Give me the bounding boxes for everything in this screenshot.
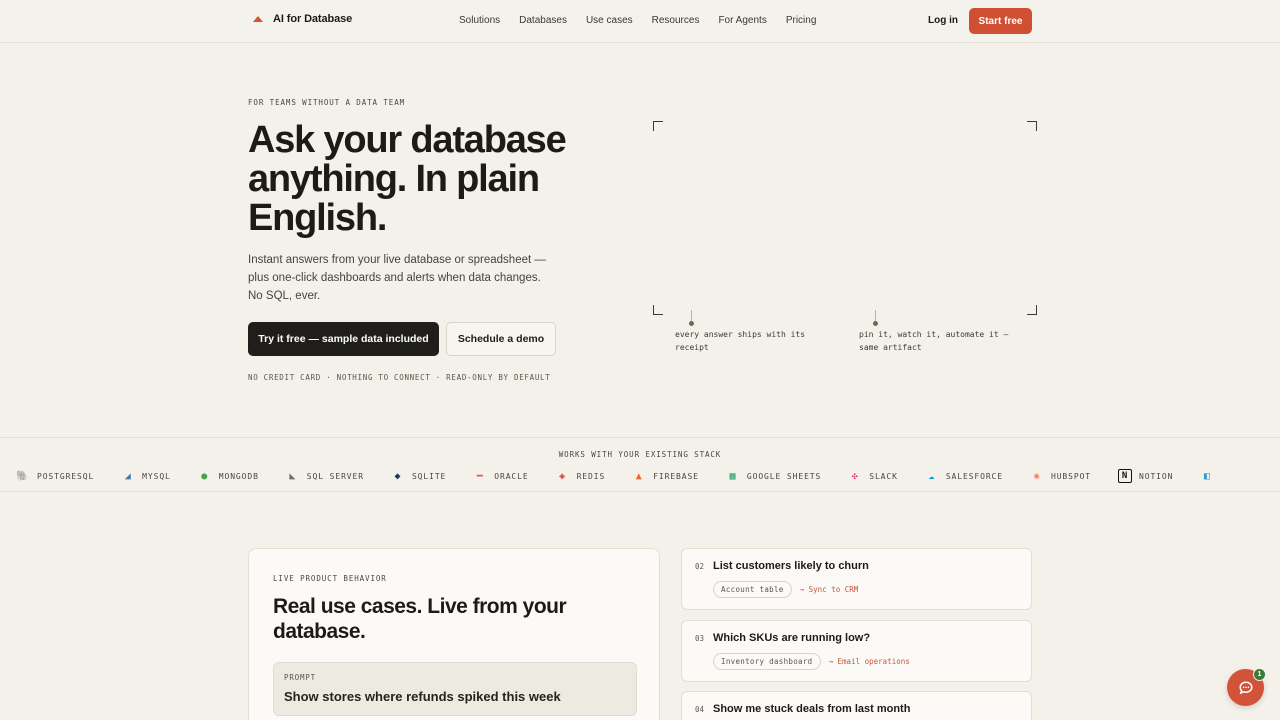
redis-icon: ◈	[559, 470, 567, 482]
salesforce-icon: ☁	[928, 470, 936, 482]
oracle-icon: ━	[476, 470, 484, 482]
mongodb-icon: ●	[201, 470, 209, 482]
action-tag: → Sync to CRM	[799, 585, 859, 594]
question-number: 04	[695, 705, 705, 714]
integration-item: ☁ SALESFORCE	[925, 469, 1003, 483]
nav-link-for-agents[interactable]: For Agents	[718, 15, 766, 26]
integration-label: SALESFORCE	[945, 471, 1003, 481]
integration-item: ◧	[1200, 469, 1221, 483]
firebase-icon: ▲	[635, 470, 643, 482]
brand[interactable]: AI for Database	[252, 13, 352, 25]
google-sheets-icon: ▦	[729, 470, 737, 482]
integration-item: ● MONGODB	[198, 469, 259, 483]
nav-link-use-cases[interactable]: Use cases	[586, 15, 633, 26]
integration-label: ORACLE	[494, 471, 529, 481]
mysql-icon: ◢	[124, 470, 132, 482]
sqlite-icon: ◆	[394, 470, 402, 482]
integration-label: SQLITE	[411, 471, 447, 481]
integration-label: MONGODB	[218, 471, 259, 481]
hero-subtitle: Instant answers from your live database …	[248, 254, 546, 302]
question-title: Which SKUs are running low?	[713, 632, 871, 644]
source-tag: Account table	[713, 581, 792, 598]
slack-icon: ✣	[851, 470, 859, 482]
integration-item: ✣ SLACK	[848, 469, 898, 483]
login-link[interactable]: Log in	[928, 15, 958, 26]
nav-link-databases[interactable]: Databases	[519, 15, 567, 26]
integration-label: NOTION	[1139, 471, 1174, 481]
frame-corner-bottom-right	[1027, 305, 1037, 315]
integration-label: GOOGLE SHEETS	[746, 471, 822, 481]
integration-label: MYSQL	[142, 471, 171, 481]
usecase-card: LIVE PRODUCT BEHAVIOR Real use cases. Li…	[248, 548, 660, 720]
notion-icon: N	[1118, 469, 1133, 483]
action-tag: → Email operations	[828, 657, 910, 666]
question-title: Show me stuck deals from last month	[713, 703, 911, 715]
frame-corner-top-left	[653, 121, 663, 131]
chat-unread-badge: 1	[1253, 668, 1266, 681]
integration-item: ◢ MYSQL	[121, 469, 171, 483]
integration-item: ◈ REDIS	[556, 469, 606, 483]
integration-item: ◣ SQL SERVER	[286, 469, 364, 483]
hero-title: Ask your database anything. In plain Eng…	[248, 119, 567, 239]
try-free-button[interactable]: Try it free — sample data included	[248, 322, 439, 356]
question-title: List customers likely to churn	[713, 560, 869, 572]
usecase-title: Real use cases. Live from your database.	[273, 595, 567, 643]
prompt-text: Show stores where refunds spiked this we…	[284, 689, 561, 704]
question-tags: Account table → Sync to CRM	[713, 581, 858, 598]
integration-label: SQL SERVER	[306, 471, 364, 481]
caption-automate: pin it, watch it, automate it — same art…	[859, 330, 1009, 352]
nav-link-resources[interactable]: Resources	[652, 15, 700, 26]
hero-fineprint: NO CREDIT CARD · NOTHING TO CONNECT · RE…	[248, 373, 551, 382]
integration-item: ✺ HUBSPOT	[1030, 469, 1091, 483]
schedule-demo-button[interactable]: Schedule a demo	[446, 322, 556, 356]
question-tags: Inventory dashboard → Email operations	[713, 653, 910, 670]
hero-eyebrow: FOR TEAMS WITHOUT A DATA TEAM	[248, 98, 406, 107]
frame-corner-bottom-left	[653, 305, 663, 315]
integration-item: N NOTION	[1118, 469, 1173, 483]
integration-label: POSTGRESQL	[37, 471, 95, 481]
question-number: 03	[695, 634, 705, 643]
top-nav: AI for Database Solutions Databases Use …	[0, 0, 1280, 43]
hubspot-icon: ✺	[1033, 470, 1041, 482]
brand-name: AI for Database	[273, 13, 353, 25]
start-free-button[interactable]: Start free	[969, 8, 1032, 34]
integration-item: ▦ GOOGLE SHEETS	[726, 469, 821, 483]
nav-links: Solutions Databases Use cases Resources …	[459, 15, 816, 26]
sql-server-icon: ◣	[289, 470, 297, 482]
question-card[interactable]: 03 Which SKUs are running low? Inventory…	[681, 620, 1032, 682]
brand-logo-icon	[252, 13, 264, 25]
integration-label: FIREBASE	[653, 471, 699, 481]
integrations-band: WORKS WITH YOUR EXISTING STACK 🐘 POSTGRES…	[0, 437, 1280, 492]
question-card[interactable]: 02 List customers likely to churn Accoun…	[681, 548, 1032, 610]
integrations-list: 🐘 POSTGRESQL ◢ MYSQL ● MONGODB ◣ SQL SERVER ◆ SQL…	[16, 469, 1248, 483]
usecase-eyebrow: LIVE PRODUCT BEHAVIOR	[273, 574, 387, 583]
integration-label: SLACK	[869, 471, 898, 481]
caption-receipt: every answer ships with its receipt	[675, 330, 806, 352]
caption-pin-1	[689, 310, 694, 326]
integration-item: ▲ FIREBASE	[632, 469, 699, 483]
postgresql-icon: 🐘	[16, 470, 30, 482]
integration-item: ◆ SQLITE	[391, 469, 446, 483]
chat-icon	[1238, 680, 1253, 694]
caption-pin-2	[873, 310, 878, 326]
prompt-box[interactable]: PROMPT Show stores where refunds spiked …	[273, 662, 637, 716]
integration-item: ━ ORACLE	[473, 469, 528, 483]
integrations-title: WORKS WITH YOUR EXISTING STACK	[558, 450, 722, 459]
nav-link-pricing[interactable]: Pricing	[786, 15, 817, 26]
source-tag: Inventory dashboard	[713, 653, 821, 670]
question-card[interactable]: 04 Show me stuck deals from last month	[681, 691, 1032, 720]
integration-label: HUBSPOT	[1051, 471, 1092, 481]
airtable-icon: ◧	[1203, 470, 1211, 482]
prompt-label: PROMPT	[284, 673, 316, 682]
integration-label: REDIS	[576, 471, 606, 481]
nav-link-solutions[interactable]: Solutions	[459, 15, 500, 26]
question-number: 02	[695, 562, 705, 571]
integration-item: 🐘 POSTGRESQL	[16, 469, 94, 483]
frame-corner-top-right	[1027, 121, 1037, 131]
